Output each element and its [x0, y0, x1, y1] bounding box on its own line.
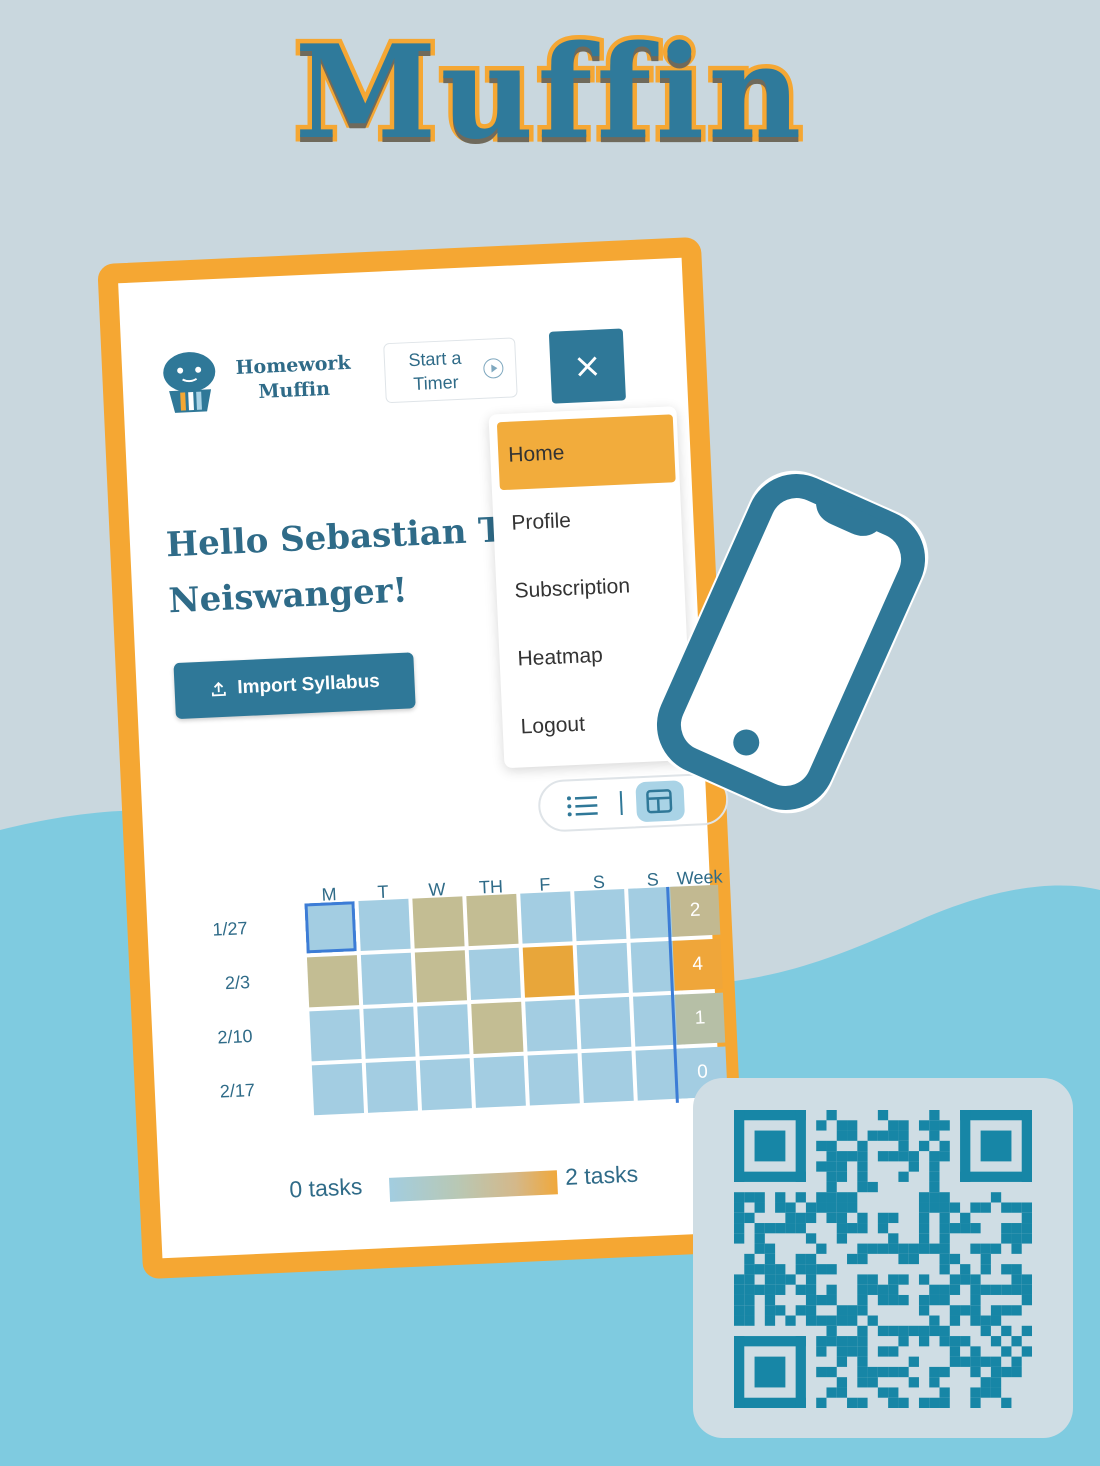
heatmap-cell[interactable]	[363, 1006, 416, 1059]
start-timer-button[interactable]: Start a Timer	[383, 337, 518, 404]
heatmap-cell[interactable]	[304, 901, 357, 954]
heatmap-cell[interactable]	[522, 945, 575, 998]
phone-icon	[653, 470, 929, 814]
import-syllabus-label: Import Syllabus	[236, 670, 381, 699]
play-circle-icon	[482, 357, 504, 379]
legend-gradient-bar	[389, 1170, 558, 1202]
import-syllabus-button[interactable]: Import Syllabus	[173, 652, 416, 720]
greeting-heading: Hello Sebastian T. Neiswanger!	[165, 500, 550, 637]
week-total-2: 4	[672, 938, 723, 991]
row-label-4: 2/17	[219, 1079, 256, 1102]
heatmap-cell[interactable]	[473, 1055, 526, 1108]
row-label-3: 2/10	[216, 1025, 253, 1048]
close-menu-button[interactable]: ×	[548, 328, 626, 404]
heatmap-cell[interactable]	[468, 947, 521, 1001]
heatmap-cell[interactable]	[466, 893, 519, 947]
heatmap-cell[interactable]	[471, 1001, 524, 1054]
heatmap-cell[interactable]	[574, 888, 627, 942]
heatmap-cell[interactable]	[579, 996, 632, 1050]
heatmap-cell[interactable]	[520, 891, 573, 944]
heatmap-cell[interactable]	[419, 1058, 472, 1111]
heatmap-cell[interactable]	[360, 952, 414, 1005]
qr-code-icon[interactable]	[731, 1110, 1035, 1408]
toggle-divider	[619, 790, 623, 816]
week-total-3: 1	[675, 992, 726, 1045]
muffin-logo-icon	[163, 352, 216, 413]
heatmap-cell[interactable]	[306, 955, 360, 1008]
heatmap-cell[interactable]	[309, 1009, 362, 1062]
row-label-2: 2/3	[224, 972, 251, 994]
qr-code-panel	[693, 1078, 1073, 1438]
heatmap-cell[interactable]	[576, 942, 629, 996]
heatmap-cell[interactable]	[525, 999, 578, 1052]
legend-min-label: 0 tasks	[288, 1173, 363, 1203]
row-label-1: 1/27	[212, 918, 248, 940]
heatmap-cell[interactable]	[412, 896, 465, 949]
heatmap-cell[interactable]	[358, 898, 411, 951]
heatmap-cell[interactable]	[311, 1063, 365, 1116]
heatmap-cell[interactable]	[417, 1004, 470, 1057]
upload-icon	[211, 681, 226, 697]
heatmap-cell[interactable]	[365, 1060, 418, 1113]
heatmap-grid	[118, 258, 688, 1116]
poster-title: Muffin	[290, 14, 806, 173]
list-view-icon[interactable]	[566, 794, 599, 817]
legend-max-label: 2 tasks	[564, 1160, 639, 1190]
week-total-1: 2	[670, 884, 721, 937]
start-timer-label: Start a Timer	[407, 347, 462, 394]
heatmap-cell[interactable]	[581, 1050, 634, 1104]
heatmap-cell[interactable]	[414, 950, 468, 1003]
brand-name[interactable]: Homework Muffin	[228, 351, 360, 407]
heatmap-cell[interactable]	[527, 1053, 580, 1106]
